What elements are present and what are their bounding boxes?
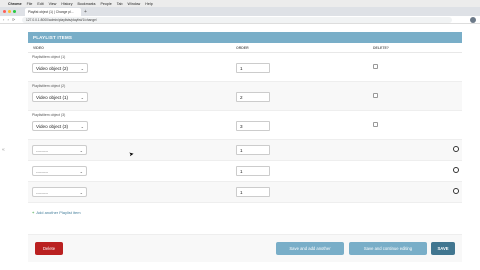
chevron-down-icon: ⌄	[79, 190, 83, 195]
order-input[interactable]: 1	[236, 63, 270, 73]
add-another-link[interactable]: + Add another Playlist item	[32, 210, 81, 215]
submit-row: Delete Save and add another Save and con…	[28, 234, 462, 262]
inline-extra-row: --------- ⌄ 1	[28, 140, 462, 161]
video-select-value: ---------	[36, 190, 48, 195]
order-input[interactable]: 1	[236, 187, 270, 197]
menu-help[interactable]: Help	[145, 2, 152, 6]
menu-history[interactable]: History	[61, 2, 72, 6]
delete-checkbox[interactable]	[373, 93, 378, 98]
video-select[interactable]: Video object (1) ⌄	[32, 92, 88, 102]
column-video: VIDEO	[33, 46, 44, 50]
browser-tab[interactable]: Playlist object (1) | Change pl...	[25, 8, 81, 16]
nav-buttons[interactable]: ‹ › ⟳	[3, 17, 16, 22]
address-bar-row: ‹ › ⟳ 127.0.0.1:8000/admin/playlists/pla…	[0, 16, 480, 24]
video-select-value: Video object (1)	[36, 95, 69, 100]
menu-people[interactable]: People	[101, 2, 112, 6]
inline-row: Playlistitem object (3) Video object (3)…	[28, 111, 462, 140]
video-select[interactable]: --------- ⌄	[32, 166, 87, 176]
url-field[interactable]: 127.0.0.1:8000/admin/playlists/playlist/…	[22, 17, 452, 23]
video-select-value: ---------	[36, 169, 48, 174]
order-input[interactable]: 3	[236, 121, 270, 131]
profile-avatar[interactable]	[470, 17, 476, 23]
new-tab-button[interactable]: +	[84, 9, 87, 15]
menu-tab[interactable]: Tab	[117, 2, 123, 6]
admin-page: « PLAYLIST ITEMS VIDEO ORDER DELETE? Pla…	[0, 24, 480, 270]
minimize-window-button[interactable]	[8, 10, 11, 13]
chevron-down-icon: ⌄	[79, 148, 83, 153]
inline-row: Playlistitem object (1) Video object (2)…	[28, 53, 462, 82]
close-window-button[interactable]	[3, 10, 6, 13]
chevron-down-icon: ⌄	[80, 66, 84, 71]
column-order: ORDER	[236, 46, 249, 50]
inline-row: Playlistitem object (2) Video object (1)…	[28, 82, 462, 111]
sidebar-toggle-icon[interactable]: «	[2, 147, 5, 153]
plus-icon: +	[32, 210, 35, 215]
order-input[interactable]: 2	[236, 92, 270, 102]
video-select[interactable]: Video object (2) ⌄	[32, 63, 88, 73]
window-controls	[3, 10, 16, 13]
video-select-value: Video object (3)	[36, 124, 69, 129]
video-select[interactable]: Video object (3) ⌄	[32, 121, 88, 131]
menu-window[interactable]: Window	[128, 2, 141, 6]
column-headers: VIDEO ORDER DELETE?	[28, 43, 462, 53]
object-label: Playlistitem object (2)	[32, 84, 66, 88]
playlist-items-inline: PLAYLIST ITEMS VIDEO ORDER DELETE? Playl…	[28, 32, 462, 203]
save-button[interactable]: SAVE	[431, 242, 455, 255]
inline-extra-row: --------- ⌄ 1	[28, 182, 462, 203]
object-label: Playlistitem object (3)	[32, 113, 66, 117]
inline-header: PLAYLIST ITEMS	[28, 32, 462, 43]
add-another-label: Add another Playlist item	[36, 210, 81, 215]
menu-view[interactable]: View	[49, 2, 57, 6]
order-input[interactable]: 1	[236, 166, 270, 176]
column-delete: DELETE?	[373, 46, 389, 50]
chevron-down-icon: ⌄	[80, 95, 84, 100]
remove-row-icon[interactable]	[453, 167, 459, 173]
video-select[interactable]: --------- ⌄	[32, 145, 87, 155]
remove-row-icon[interactable]	[453, 188, 459, 194]
video-select[interactable]: --------- ⌄	[32, 187, 87, 197]
mouse-cursor-icon: ➤	[128, 151, 135, 159]
order-input[interactable]: 1	[236, 145, 270, 155]
inline-extra-row: --------- ⌄ 1	[28, 161, 462, 182]
os-menubar: Chrome File Edit View History Bookmarks …	[0, 0, 480, 7]
menu-file[interactable]: File	[27, 2, 33, 6]
browser-tab-bar: Playlist object (1) | Change pl... +	[0, 7, 480, 16]
save-and-continue-button[interactable]: Save and continue editing	[349, 242, 427, 255]
zoom-window-button[interactable]	[13, 10, 16, 13]
chevron-down-icon: ⌄	[80, 124, 84, 129]
delete-button[interactable]: Delete	[35, 242, 63, 255]
object-label: Playlistitem object (1)	[32, 55, 66, 59]
menu-bookmarks[interactable]: Bookmarks	[78, 2, 96, 6]
delete-checkbox[interactable]	[373, 122, 378, 127]
chevron-down-icon: ⌄	[79, 169, 83, 174]
delete-checkbox[interactable]	[373, 64, 378, 69]
menu-chrome[interactable]: Chrome	[8, 2, 22, 6]
menu-edit[interactable]: Edit	[37, 2, 43, 6]
video-select-value: ---------	[36, 148, 48, 153]
save-and-add-another-button[interactable]: Save and add another	[276, 242, 344, 255]
video-select-value: Video object (2)	[36, 66, 69, 71]
remove-row-icon[interactable]	[453, 146, 459, 152]
